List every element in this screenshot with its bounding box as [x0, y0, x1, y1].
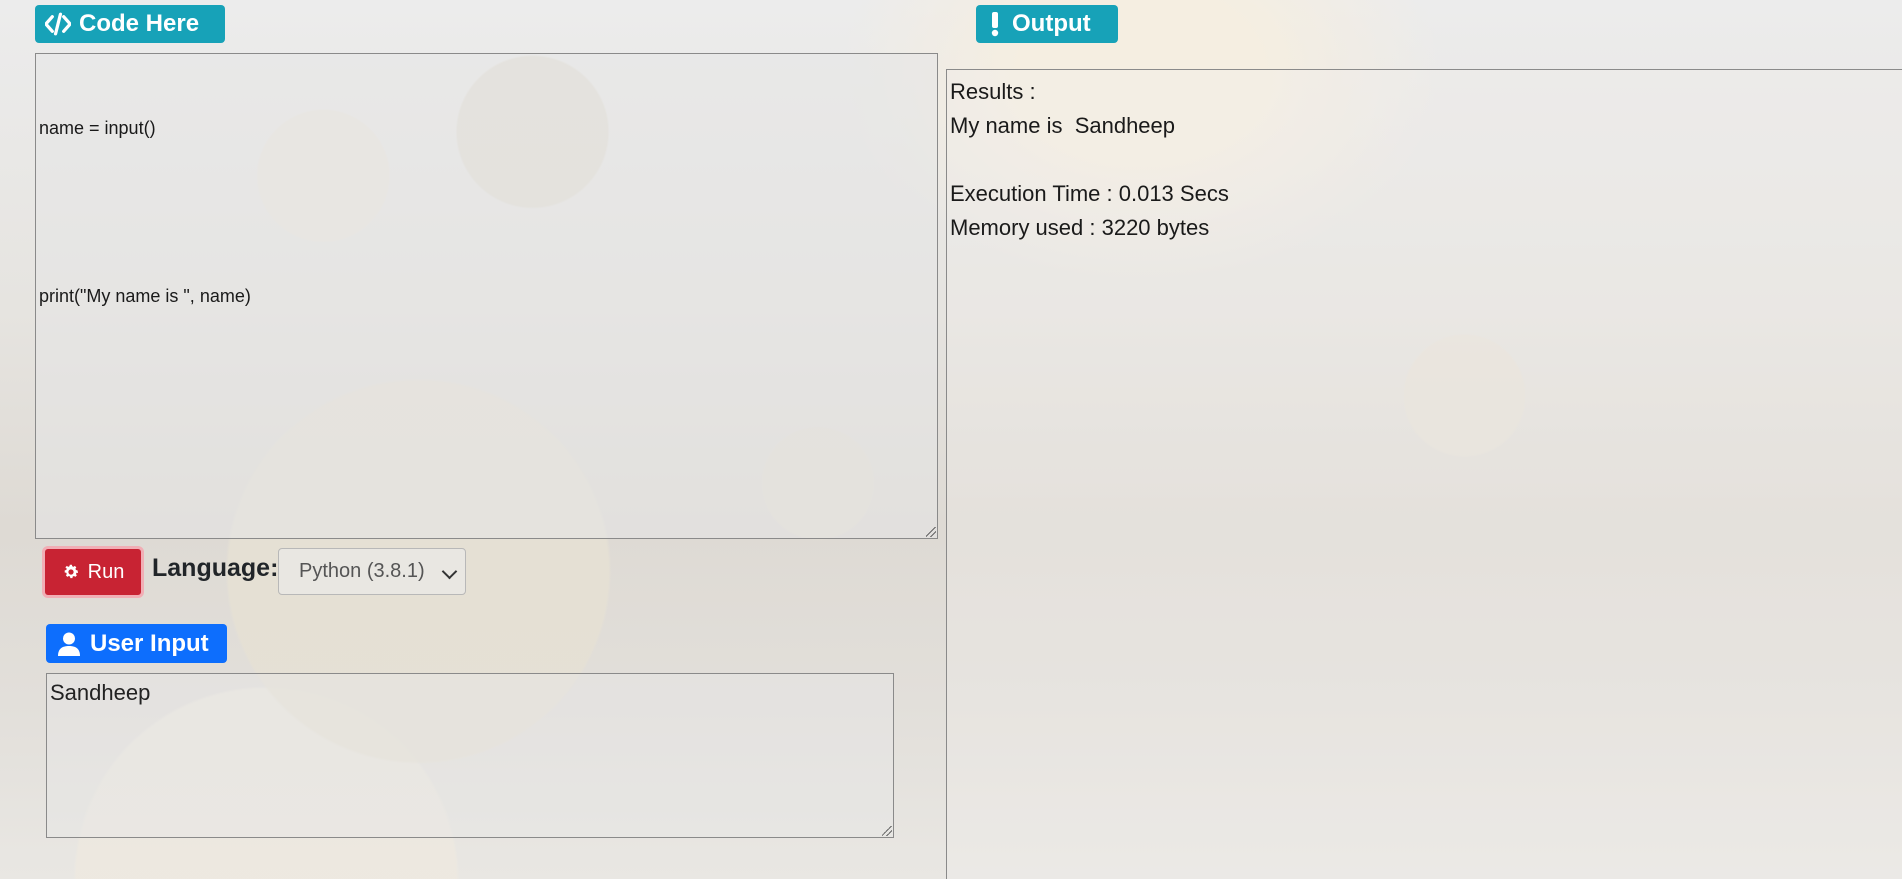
chevron-down-icon — [441, 563, 458, 580]
run-button[interactable]: Run — [42, 546, 144, 598]
user-input-label: User Input — [90, 629, 209, 657]
gear-icon — [64, 564, 78, 579]
language-select[interactable]: Python (3.8.1) — [278, 548, 466, 595]
code-line: print("My name is ", name) — [39, 286, 251, 306]
results-label: Results : — [950, 79, 1036, 104]
user-icon — [58, 632, 80, 656]
code-line: name = input() — [39, 118, 156, 138]
resize-handle[interactable] — [882, 826, 892, 836]
code-icon — [45, 12, 71, 36]
output-header: Output — [976, 5, 1118, 43]
result-output-line: My name is Sandheep — [950, 113, 1176, 138]
resize-handle[interactable] — [926, 527, 936, 537]
exclamation-icon — [991, 12, 999, 37]
output-blank-line — [950, 143, 1899, 177]
output-label: Output — [1012, 10, 1091, 37]
user-input-header: User Input — [46, 624, 227, 663]
execution-time: Execution Time : 0.013 Secs — [950, 181, 1229, 206]
code-here-label: Code Here — [79, 10, 200, 37]
language-selected-value: Python (3.8.1) — [299, 560, 425, 582]
memory-used: Memory used : 3220 bytes — [950, 215, 1210, 240]
user-input-value: Sandheep — [50, 680, 151, 705]
code-editor[interactable]: name = input() print("My name is ", name… — [35, 53, 938, 539]
user-input-field[interactable]: Sandheep — [46, 673, 894, 838]
output-panel: Results : My name is Sandheep Execution … — [946, 69, 1902, 879]
run-label: Run — [87, 560, 125, 583]
code-here-header: Code Here — [35, 5, 225, 43]
language-label: Language: — [152, 554, 279, 582]
